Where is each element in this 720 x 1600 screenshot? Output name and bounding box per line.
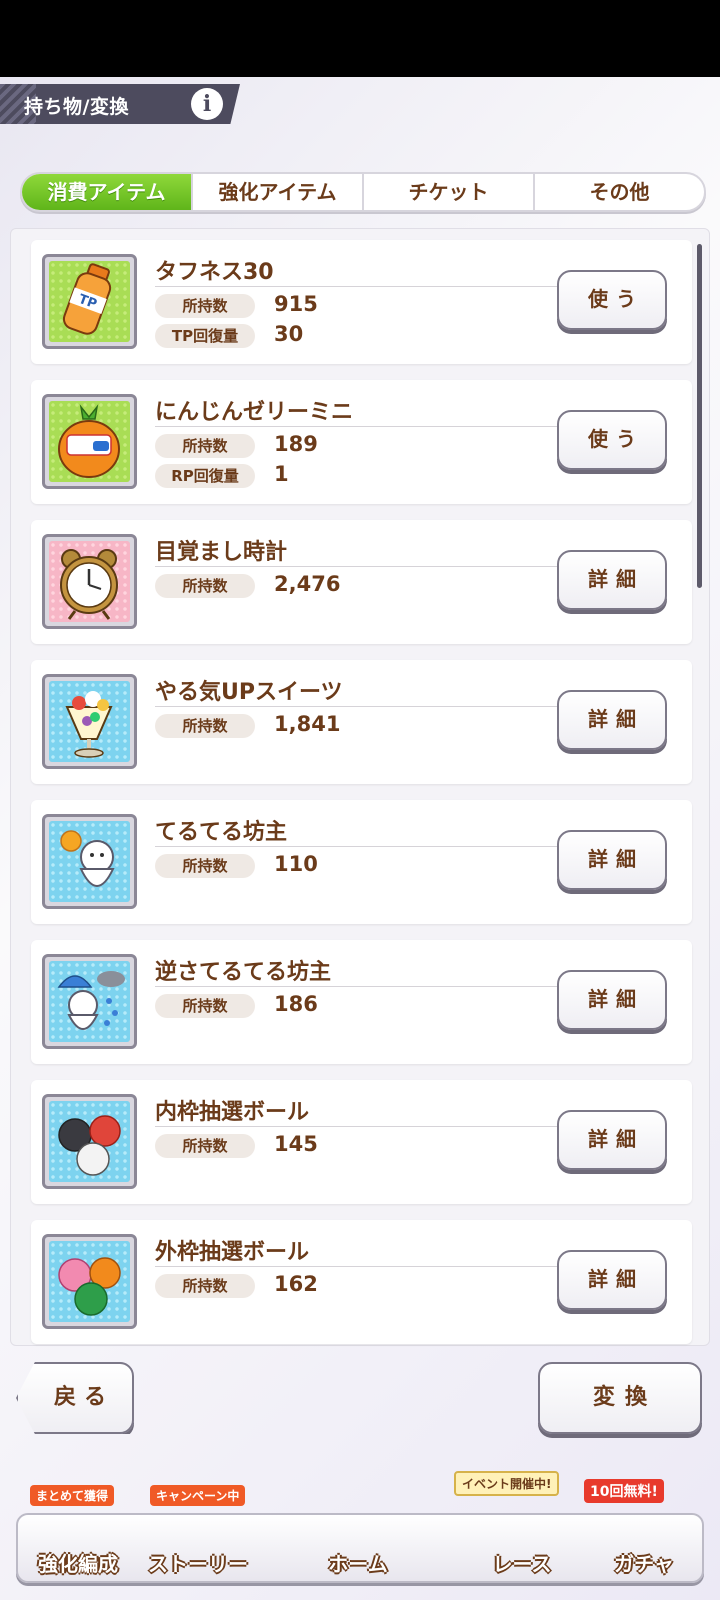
- owned-label: 所持数: [155, 574, 255, 598]
- owned-count: 186: [274, 992, 318, 1016]
- owned-count: 110: [274, 852, 318, 876]
- item-divider: [155, 1266, 575, 1267]
- item-name: タフネス30: [155, 260, 274, 285]
- alarm-clock-icon: [60, 549, 118, 620]
- nav-item-race[interactable]: イベント開催中! レース: [454, 1471, 582, 1583]
- detail-button[interactable]: 詳細: [557, 550, 667, 610]
- owned-label: 所持数: [155, 434, 255, 458]
- nav-item-enhance[interactable]: まとめて獲得 強化編成: [18, 1485, 138, 1583]
- nav-label: ホーム: [328, 1552, 388, 1576]
- owned-label: 所持数: [155, 294, 255, 318]
- item-icon-frame: [42, 1094, 137, 1189]
- tab-others[interactable]: その他: [533, 174, 704, 210]
- scrollbar[interactable]: [697, 244, 702, 588]
- nav-label: レース: [492, 1552, 552, 1576]
- owned-label: 所持数: [155, 1274, 255, 1298]
- item-icon-frame: [42, 394, 137, 489]
- tab-consumables[interactable]: 消費アイテム: [22, 174, 191, 210]
- item-divider: [155, 286, 575, 287]
- list-item: 外枠抽選ボール 所持数 162 詳細: [31, 1220, 692, 1344]
- use-button[interactable]: 使う: [557, 270, 667, 330]
- owned-label: 所持数: [155, 714, 255, 738]
- item-icon-frame: [42, 534, 137, 629]
- item-name: 逆さてるてる坊主: [155, 960, 332, 985]
- lottery-ball-outer-icon: [58, 1257, 121, 1316]
- status-bar: [0, 0, 720, 77]
- item-name: てるてる坊主: [155, 820, 288, 845]
- nav-badge: イベント開催中!: [454, 1471, 560, 1496]
- convert-button[interactable]: 変換: [538, 1362, 702, 1434]
- list-item: TP タフネス30 所持数 915 TP回復量 30 使う: [31, 240, 692, 364]
- list-item: 目覚まし時計 所持数 2,476 詳細: [31, 520, 692, 644]
- owned-count: 2,476: [274, 572, 341, 596]
- nav-label: ストーリー: [148, 1552, 248, 1576]
- recovery-label: TP回復量: [155, 324, 255, 348]
- list-item: てるてる坊主 所持数 110 詳細: [31, 800, 692, 924]
- item-name: 外枠抽選ボール: [155, 1240, 310, 1265]
- back-button[interactable]: 戻る: [16, 1362, 134, 1434]
- item-divider: [155, 986, 575, 987]
- owned-count: 915: [274, 292, 318, 316]
- nav-badge: 10回無料!: [584, 1479, 664, 1503]
- item-icon-frame: [42, 1234, 137, 1329]
- owned-label: 所持数: [155, 994, 255, 1018]
- detail-button[interactable]: 詳細: [557, 1250, 667, 1310]
- owned-label: 所持数: [155, 854, 255, 878]
- detail-button[interactable]: 詳細: [557, 970, 667, 1030]
- detail-button[interactable]: 詳細: [557, 690, 667, 750]
- nav-label: 強化編成: [38, 1552, 118, 1576]
- recovery-value: 30: [274, 322, 304, 346]
- nav-item-story[interactable]: キャンペーン中 ストーリー: [138, 1485, 258, 1583]
- owned-count: 162: [274, 1272, 318, 1296]
- tab-tickets[interactable]: チケット: [362, 174, 533, 210]
- item-divider: [155, 426, 575, 427]
- item-icon-frame: TP: [42, 254, 137, 349]
- tab-enhancement-items[interactable]: 強化アイテム: [191, 174, 362, 210]
- list-item: 内枠抽選ボール 所持数 145 詳細: [31, 1080, 692, 1204]
- item-name: やる気UPスイーツ: [155, 680, 343, 705]
- recovery-value: 1: [274, 462, 289, 486]
- category-tabs: 消費アイテム 強化アイテム チケット その他: [20, 172, 706, 212]
- owned-label: 所持数: [155, 1134, 255, 1158]
- list-item: にんじんゼリーミニ 所持数 189 RP回復量 1 使う: [31, 380, 692, 504]
- item-icon-frame: [42, 954, 137, 1049]
- item-icon-frame: [42, 674, 137, 769]
- nav-label: ガチャ: [614, 1552, 674, 1576]
- item-divider: [155, 566, 575, 567]
- item-divider: [155, 1126, 575, 1127]
- page-title: 持ち物/変換: [24, 96, 129, 118]
- carrot-jelly-icon: [58, 404, 120, 478]
- tp-bottle-icon: TP: [62, 263, 112, 335]
- info-button[interactable]: i: [191, 88, 223, 120]
- item-divider: [155, 706, 575, 707]
- parfait-icon: [65, 691, 113, 758]
- recovery-label: RP回復量: [155, 464, 255, 488]
- detail-button[interactable]: 詳細: [557, 1110, 667, 1170]
- owned-count: 189: [274, 432, 318, 456]
- item-icon-frame: [42, 814, 137, 909]
- item-name: にんじんゼリーミニ: [155, 400, 354, 425]
- upside-down-teru-teru-bozu-icon: [57, 971, 125, 1030]
- teru-teru-bozu-icon: [60, 830, 115, 887]
- item-name: 内枠抽選ボール: [155, 1100, 310, 1125]
- item-divider: [155, 846, 575, 847]
- nav-badge: キャンペーン中: [150, 1485, 246, 1506]
- nav-item-gacha[interactable]: 10回無料! ガチャ: [584, 1479, 704, 1583]
- lottery-ball-inner-icon: [58, 1115, 121, 1176]
- nav-badge: まとめて獲得: [30, 1485, 115, 1506]
- list-item: 逆さてるてる坊主 所持数 186 詳細: [31, 940, 692, 1064]
- nav-item-home[interactable]: ホーム: [298, 1513, 418, 1583]
- owned-count: 1,841: [274, 712, 341, 736]
- detail-button[interactable]: 詳細: [557, 830, 667, 890]
- list-item: やる気UPスイーツ 所持数 1,841 詳細: [31, 660, 692, 784]
- use-button[interactable]: 使う: [557, 410, 667, 470]
- item-name: 目覚まし時計: [155, 540, 288, 565]
- owned-count: 145: [274, 1132, 318, 1156]
